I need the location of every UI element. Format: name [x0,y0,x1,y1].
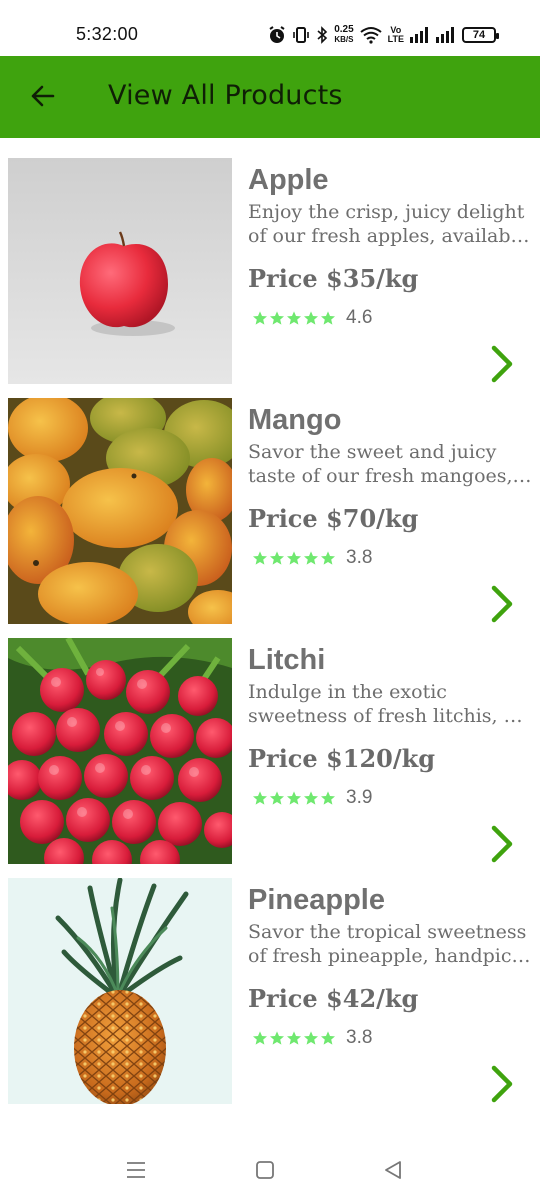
star-icon [287,791,301,805]
net-speed: 0.25 KB/S [334,25,353,45]
product-price: Price $35/kg [248,264,419,293]
chevron-right-icon [491,345,513,383]
description-line-1: Indulge in the exotic [248,681,447,703]
product-name: Litchi [248,644,326,676]
product-name: Pineapple [248,884,385,916]
home-square-icon [256,1161,274,1179]
status-time: 5:32:00 [76,24,139,44]
product-price: Price $42/kg [248,984,419,1013]
signal-icon [410,27,428,43]
screen: 5:32:00 0.25 KB/S Vo LTE 74 View All Pro… [0,0,540,1200]
net-speed-value: 0.25 [334,24,354,35]
star-icon [287,311,301,325]
product-card[interactable]: Litchi Indulge in the exotic sweetness o… [0,638,540,864]
vibrate-icon [293,27,309,43]
view-product-button[interactable] [486,1064,518,1104]
star-icon [321,551,335,565]
app-bar: View All Products [0,56,540,138]
product-rating: 3.8 [252,547,373,568]
star-icon [253,1031,267,1045]
product-description: Savor the sweet and juicy taste of our f… [248,440,534,488]
star-icon [287,1031,301,1045]
product-description: Enjoy the crisp, juicy delight of our fr… [248,200,534,248]
system-nav-bar [0,1136,540,1200]
star-icon [321,791,335,805]
star-icon [321,311,335,325]
star-icon [253,551,267,565]
view-product-button[interactable] [486,344,518,384]
product-rating: 4.6 [252,307,373,328]
star-icon [321,1031,335,1045]
signal-icon [436,27,454,43]
product-card[interactable]: Mango Savor the sweet and juicy taste of… [0,398,540,624]
product-image-litchi [8,638,232,864]
star-icon [304,791,318,805]
battery-level: 74 [472,29,486,41]
wifi-icon [360,27,382,44]
product-image-apple [8,158,232,384]
net-speed-unit: KB/S [334,35,354,44]
description-line-1: Enjoy the crisp, juicy delight [248,201,525,223]
status-icons: 0.25 KB/S Vo LTE 74 [268,22,499,48]
next-product-peek [248,1124,308,1136]
chevron-right-icon [491,1065,513,1103]
product-image-mango [8,398,232,624]
back-nav-button[interactable] [377,1154,409,1186]
star-icon [253,791,267,805]
alarm-icon [269,26,285,43]
product-price: Price $70/kg [248,504,419,533]
rating-value: 4.6 [346,307,373,328]
description-line-2: of our fresh apples, available ... [248,225,534,247]
volte-bottom: LTE [387,34,404,44]
star-icon [270,551,284,565]
home-button[interactable] [249,1154,281,1186]
chevron-right-icon [491,585,513,623]
rating-value: 3.8 [346,1027,373,1048]
product-image-pineapple [8,878,232,1104]
status-bar: 5:32:00 0.25 KB/S Vo LTE 74 [0,0,540,56]
chevron-right-icon [491,825,513,863]
rating-stars [252,1030,336,1046]
product-description: Indulge in the exotic sweetness of fresh… [248,680,534,728]
menu-icon [127,1162,145,1178]
star-icon [304,311,318,325]
rating-stars [252,790,336,806]
page-title: View All Products [108,80,343,111]
star-icon [270,1031,284,1045]
rating-stars [252,310,336,326]
recents-button[interactable] [120,1154,152,1186]
description-line-2: taste of our fresh mangoes, p... [248,465,534,487]
view-product-button[interactable] [486,584,518,624]
product-price: Price $120/kg [248,744,436,773]
product-description: Savor the tropical sweetness of fresh pi… [248,920,534,968]
battery-icon: 74 [462,27,499,43]
back-button[interactable] [22,76,62,116]
description-line-1: Savor the sweet and juicy [248,441,497,463]
rating-value: 3.8 [346,547,373,568]
product-name: Apple [248,164,329,196]
product-name: Mango [248,404,342,436]
product-card[interactable]: Pineapple Savor the tropical sweetness o… [0,878,540,1104]
arrow-left-icon [31,85,55,107]
rating-value: 3.9 [346,787,373,808]
description-line-2: of fresh pineapple, handpick... [248,945,534,967]
star-icon [270,791,284,805]
star-icon [304,1031,318,1045]
view-product-button[interactable] [486,824,518,864]
description-line-1: Savor the tropical sweetness [248,921,527,943]
star-icon [270,311,284,325]
product-card[interactable]: Apple Enjoy the crisp, juicy delight of … [0,158,540,384]
volte-icon: Vo LTE [388,26,404,44]
star-icon [253,311,267,325]
description-line-2: sweetness of fresh litchis, kn... [248,705,534,727]
product-rating: 3.8 [252,1027,373,1048]
back-triangle-icon [385,1161,401,1179]
product-rating: 3.9 [252,787,373,808]
bluetooth-icon [317,26,328,44]
star-icon [287,551,301,565]
rating-stars [252,550,336,566]
star-icon [304,551,318,565]
